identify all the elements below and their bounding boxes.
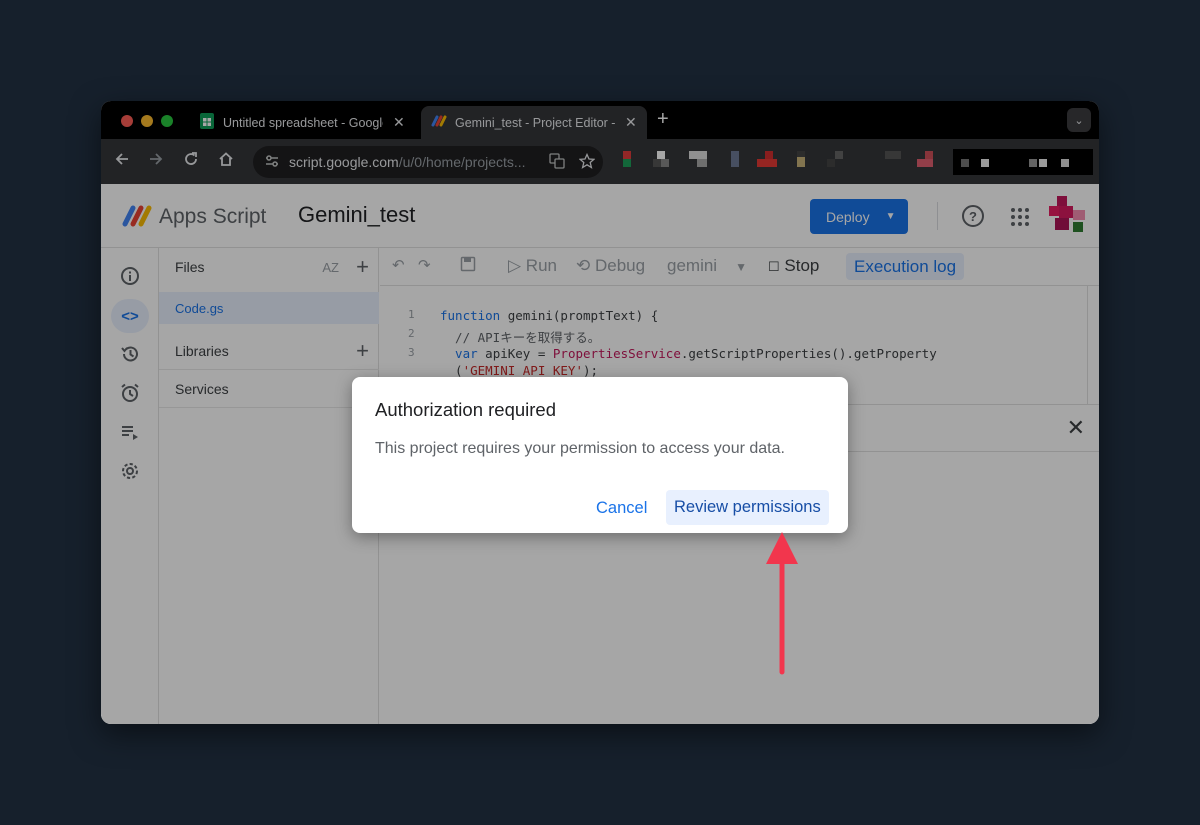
authorization-dialog: Authorization required This project requ… — [352, 377, 848, 533]
review-permissions-button[interactable]: Review permissions — [666, 490, 829, 525]
dialog-message: This project requires your permission to… — [375, 440, 785, 457]
annotation-arrow-icon — [766, 532, 798, 675]
dialog-title: Authorization required — [375, 399, 556, 420]
cancel-button[interactable]: Cancel — [588, 491, 655, 525]
